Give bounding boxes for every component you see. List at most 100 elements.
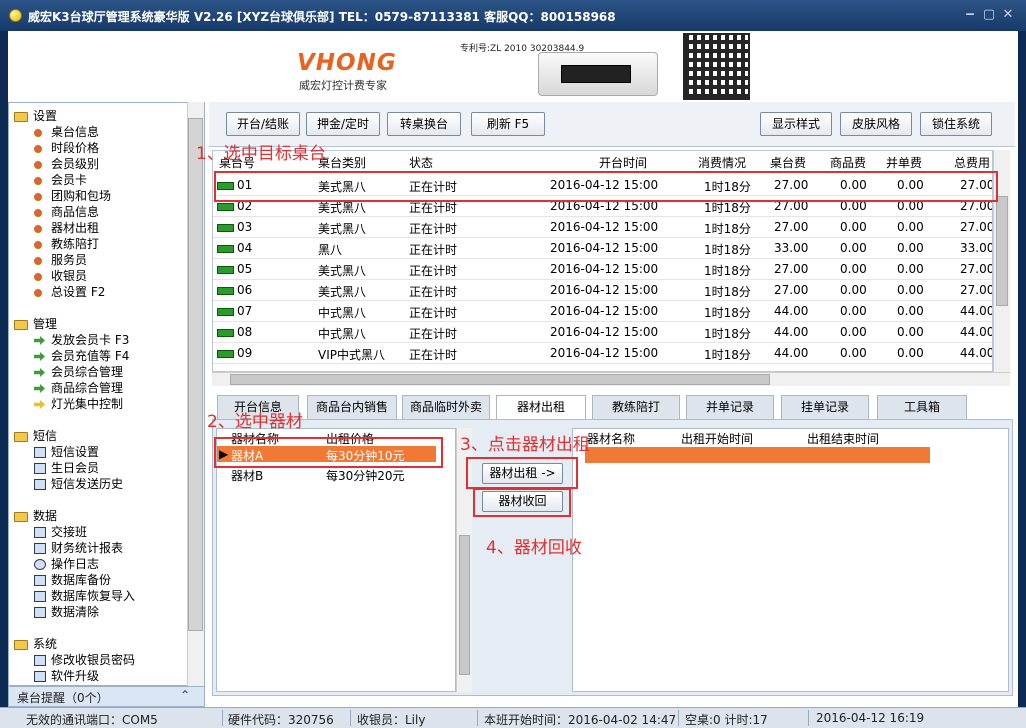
sidebar-group-system[interactable]: 系统 bbox=[14, 635, 57, 652]
sidebar-item[interactable]: 商品综合管理 bbox=[34, 379, 123, 396]
column-header[interactable]: 开台时间 bbox=[599, 154, 647, 171]
column-header[interactable]: 状态 bbox=[409, 154, 433, 171]
sidebar-item[interactable]: 短信设置 bbox=[34, 443, 99, 460]
table-cell: 正在计时 bbox=[409, 327, 458, 341]
table-reminder[interactable]: 桌台提醒（0个） ⌃ bbox=[8, 686, 205, 707]
sidebar-item[interactable]: 器材出租 bbox=[34, 219, 99, 236]
sidebar-item[interactable]: 数据库备份 bbox=[34, 571, 111, 588]
sidebar-item[interactable]: 数据清除 bbox=[34, 603, 99, 620]
skin-style-button[interactable]: 皮肤风格 bbox=[840, 112, 912, 136]
list-item[interactable] bbox=[585, 447, 930, 463]
close-icon[interactable]: ✕ bbox=[999, 7, 1017, 23]
table-cell: 33.00 bbox=[774, 241, 809, 255]
delete-icon bbox=[34, 607, 46, 618]
led-icon bbox=[217, 265, 234, 274]
table-row[interactable]: 05 美式黑八 正在计时 2016-04-12 15:00 1时18分 27.0… bbox=[213, 259, 992, 280]
sidebar-item[interactable]: 桌台信息 bbox=[34, 123, 99, 140]
tab-takeaway[interactable]: 商品临时外卖 bbox=[402, 395, 490, 419]
sidebar-item[interactable]: 财务统计报表 bbox=[34, 539, 123, 556]
sidebar-item[interactable]: 数据库恢复导入 bbox=[34, 587, 135, 604]
sidebar-group-manage[interactable]: 管理 bbox=[14, 315, 57, 332]
sidebar-item[interactable]: 短信发送历史 bbox=[34, 475, 123, 492]
table-row[interactable]: 09 VIP中式黑八 正在计时 2016-04-12 15:00 1时18分 4… bbox=[213, 343, 992, 364]
table-count: 空桌:0 计时:17 bbox=[685, 713, 768, 727]
sidebar-group-data[interactable]: 数据 bbox=[14, 507, 57, 524]
table-cell: 1时18分 bbox=[704, 243, 751, 257]
equipment-scroll-thumb[interactable] bbox=[459, 535, 470, 675]
folder-icon bbox=[14, 431, 28, 442]
maximize-icon[interactable]: ▢ bbox=[980, 7, 998, 23]
sidebar-item[interactable]: 生日会员 bbox=[34, 459, 99, 476]
led-icon bbox=[217, 307, 234, 316]
table-row[interactable]: 03 美式黑八 正在计时 2016-04-12 15:00 1时18分 27.0… bbox=[213, 217, 992, 238]
display-style-button[interactable]: 显示样式 bbox=[760, 112, 832, 136]
grid-scroll-thumb[interactable] bbox=[996, 196, 1008, 306]
column-header[interactable]: 消费情况 bbox=[698, 154, 746, 171]
tab-merge-records[interactable]: 并单记录 bbox=[686, 395, 774, 419]
tab-toolbox[interactable]: 工具箱 bbox=[877, 395, 967, 419]
tab-equipment-rental[interactable]: 器材出租 bbox=[496, 395, 586, 420]
sidebar-item[interactable]: 教练陪打 bbox=[34, 235, 99, 252]
table-row[interactable]: 07 中式黑八 正在计时 2016-04-12 15:00 1时18分 44.0… bbox=[213, 301, 992, 322]
column-header[interactable]: 出租结束时间 bbox=[807, 430, 879, 447]
column-header[interactable]: 商品费 bbox=[830, 154, 866, 171]
column-header[interactable]: 桌台费 bbox=[770, 154, 806, 171]
table-cell: 0.00 bbox=[840, 262, 867, 276]
sidebar-item[interactable]: 灯光集中控制 bbox=[34, 395, 123, 412]
list-item[interactable]: 器材B 每30分钟20元 bbox=[217, 466, 436, 483]
table-header: 桌台号 桌台类别 状态 开台时间 消费情况 桌台费 商品费 并单费 总费用 bbox=[213, 151, 992, 172]
grid-hscroll-thumb[interactable] bbox=[230, 374, 770, 385]
tab-pending-records[interactable]: 挂单记录 bbox=[781, 395, 869, 419]
refresh-button[interactable]: 刷新 F5 bbox=[471, 112, 545, 136]
grid-horizontal-scrollbar[interactable] bbox=[212, 372, 1010, 386]
open-checkout-button[interactable]: 开台/结账 bbox=[226, 112, 300, 136]
table-number: 08 bbox=[217, 325, 252, 339]
sidebar-item[interactable]: 收银员 bbox=[34, 267, 87, 284]
sidebar-group-settings[interactable]: 设置 bbox=[14, 107, 57, 124]
table-cell: 2016-04-12 15:00 bbox=[550, 325, 659, 339]
sidebar-item[interactable]: 商品信息 bbox=[34, 203, 99, 220]
tools-icon bbox=[34, 447, 46, 458]
sidebar-item[interactable]: 会员综合管理 bbox=[34, 363, 123, 380]
chevron-up-icon[interactable]: ⌃ bbox=[180, 688, 190, 702]
sidebar-group-sms[interactable]: 短信 bbox=[14, 427, 57, 444]
table-cell: 0.00 bbox=[840, 220, 867, 234]
column-header[interactable]: 器材名称 bbox=[587, 430, 635, 447]
sidebar-item[interactable]: 交接班 bbox=[34, 523, 87, 540]
folder-icon bbox=[14, 319, 28, 330]
table-cell: 2016-04-12 15:00 bbox=[550, 220, 659, 234]
deposit-timer-button[interactable]: 押金/定时 bbox=[306, 112, 380, 136]
sidebar-scroll-thumb[interactable] bbox=[188, 118, 203, 631]
arrow-icon bbox=[34, 368, 45, 377]
column-header[interactable]: 总费用 bbox=[954, 154, 990, 171]
sidebar-item[interactable]: 会员卡 bbox=[34, 171, 87, 188]
table-row[interactable]: 08 中式黑八 正在计时 2016-04-12 15:00 1时18分 44.0… bbox=[213, 322, 992, 343]
tab-in-table-sales[interactable]: 商品台内销售 bbox=[307, 395, 397, 419]
sidebar-item[interactable]: 服务员 bbox=[34, 251, 87, 268]
minimize-icon[interactable]: ‒ bbox=[961, 7, 979, 23]
sidebar-item[interactable]: 时段价格 bbox=[34, 139, 99, 156]
table-row[interactable]: 06 美式黑八 正在计时 2016-04-12 15:00 1时18分 27.0… bbox=[213, 280, 992, 301]
sidebar-item[interactable]: 软件升级 bbox=[34, 667, 99, 684]
sidebar-item[interactable]: 总设置 F2 bbox=[34, 283, 105, 300]
column-header[interactable]: 出租开始时间 bbox=[681, 430, 753, 447]
change-table-button[interactable]: 转桌换台 bbox=[387, 112, 461, 136]
sidebar-item[interactable]: 发放会员卡 F3 bbox=[34, 331, 129, 348]
table-cell: 正在计时 bbox=[409, 243, 458, 257]
sidebar-item[interactable]: 会员级别 bbox=[34, 155, 99, 172]
sidebar-item[interactable]: 会员充值等 F4 bbox=[34, 347, 129, 364]
led-icon bbox=[217, 223, 234, 232]
column-header[interactable]: 并单费 bbox=[886, 154, 922, 171]
table-cell: 美式黑八 bbox=[318, 222, 367, 236]
port-status: 无效的通讯端口：COM5 bbox=[26, 713, 158, 727]
led-icon bbox=[217, 202, 234, 211]
lock-system-button[interactable]: 锁住系统 bbox=[920, 112, 992, 136]
table-row[interactable]: 04 黑八 正在计时 2016-04-12 15:00 1时18分 33.00 … bbox=[213, 238, 992, 259]
table-cell: 1时18分 bbox=[704, 285, 751, 299]
table-cell: 0.00 bbox=[840, 241, 867, 255]
sidebar-item[interactable]: 团购和包场 bbox=[34, 187, 111, 204]
tab-coach[interactable]: 教练陪打 bbox=[592, 395, 680, 419]
sidebar-item[interactable]: 操作日志 bbox=[34, 555, 99, 572]
sidebar-item[interactable]: 修改收银员密码 bbox=[34, 651, 135, 668]
table-cell: 44.00 bbox=[774, 346, 809, 360]
